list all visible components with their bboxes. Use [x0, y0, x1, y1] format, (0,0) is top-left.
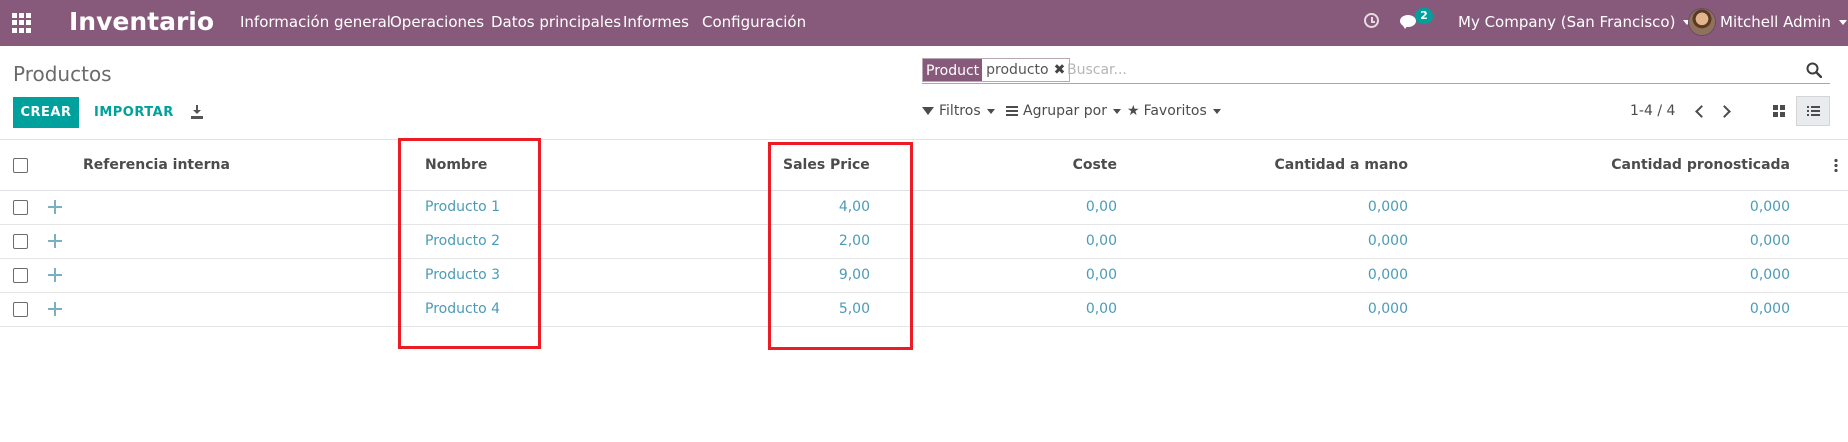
cell-on-hand[interactable]: 0,000 [1117, 258, 1408, 293]
chevron-left-icon[interactable] [1695, 105, 1708, 118]
cell-reference[interactable] [83, 190, 425, 225]
star-icon: ★ [1127, 103, 1140, 119]
products-list-table: Referencia interna Nombre Sales Price Co… [0, 141, 1848, 327]
search-bar[interactable]: Product producto ✖ [922, 58, 1830, 84]
column-header-reference[interactable]: Referencia interna [83, 141, 425, 191]
select-all-checkbox[interactable] [13, 157, 28, 173]
group-by-dropdown[interactable]: Agrupar por [1006, 103, 1121, 119]
menu-datos-principales[interactable]: Datos principales [491, 13, 621, 31]
filters-dropdown[interactable]: Filtros [922, 103, 995, 119]
chevron-down-icon [1212, 108, 1221, 114]
drag-handle-icon[interactable] [48, 302, 62, 316]
cell-forecasted[interactable]: 0,000 [1408, 190, 1790, 225]
drag-handle-icon[interactable] [48, 200, 62, 214]
column-header-forecasted[interactable]: Cantidad pronosticada [1408, 141, 1790, 191]
create-button[interactable]: CREAR [13, 97, 79, 128]
chevron-down-icon [986, 108, 995, 114]
group-by-icon [1006, 106, 1018, 116]
company-name: My Company (San Francisco) [1458, 13, 1676, 31]
company-switcher[interactable]: My Company (San Francisco) [1458, 13, 1692, 31]
drag-handle-icon[interactable] [48, 234, 62, 248]
facet-remove-icon[interactable]: ✖ [1054, 62, 1066, 78]
user-name: Mitchell Admin [1720, 13, 1831, 31]
chevron-right-icon[interactable] [1718, 105, 1731, 118]
cell-cost[interactable]: 0,00 [882, 258, 1117, 293]
chat-count-badge: 2 [1415, 8, 1433, 24]
kebab-menu-icon[interactable] [1834, 158, 1838, 173]
menu-informes[interactable]: Informes [623, 13, 689, 31]
row-checkbox[interactable] [13, 301, 28, 317]
column-header-on-hand[interactable]: Cantidad a mano [1117, 141, 1408, 191]
cell-forecasted[interactable]: 0,000 [1408, 258, 1790, 293]
search-icon[interactable] [1806, 62, 1822, 78]
drag-handle-icon[interactable] [48, 268, 62, 282]
cell-cost[interactable]: 0,00 [882, 190, 1117, 225]
cell-forecasted[interactable]: 0,000 [1408, 292, 1790, 327]
favorites-dropdown[interactable]: ★ Favoritos [1127, 103, 1221, 119]
chevron-down-icon [1112, 108, 1121, 114]
row-checkbox[interactable] [13, 233, 28, 249]
chat-icon[interactable] [1400, 15, 1416, 29]
search-input[interactable] [1067, 60, 1667, 80]
column-header-cost[interactable]: Coste [882, 141, 1117, 191]
table-row[interactable]: Producto 1 4,00 0,00 0,000 0,000 [0, 190, 1848, 225]
kanban-view-icon[interactable] [1765, 96, 1795, 126]
control-panel: Productos Product producto✖ CREAR IMPORT… [0, 46, 1848, 140]
cell-cost[interactable]: 0,00 [882, 292, 1117, 327]
search-facet-label: Product [923, 59, 983, 81]
import-button[interactable]: IMPORTAR [88, 97, 180, 128]
search-facet: Product producto ✖ [922, 58, 1071, 82]
filter-icon [922, 107, 934, 115]
table-row[interactable]: Producto 4 5,00 0,00 0,000 0,000 [0, 292, 1848, 327]
cell-forecasted[interactable]: 0,000 [1408, 224, 1790, 259]
chevron-down-icon [1838, 20, 1847, 25]
cell-reference[interactable] [83, 258, 425, 293]
download-icon[interactable] [190, 104, 204, 120]
cell-on-hand[interactable]: 0,000 [1117, 292, 1408, 327]
menu-informacion-general[interactable]: Información general [240, 13, 391, 31]
app-title[interactable]: Inventario [69, 7, 214, 36]
activity-clock-icon[interactable] [1364, 13, 1379, 28]
optional-columns-toggle[interactable] [1790, 141, 1848, 191]
user-menu[interactable]: Mitchell Admin [1720, 13, 1847, 31]
cell-reference[interactable] [83, 292, 425, 327]
cell-on-hand[interactable]: 0,000 [1117, 224, 1408, 259]
menu-operaciones[interactable]: Operaciones [390, 13, 484, 31]
cell-cost[interactable]: 0,00 [882, 224, 1117, 259]
apps-menu-icon[interactable] [12, 13, 32, 33]
list-view-icon[interactable] [1796, 96, 1830, 126]
cell-on-hand[interactable]: 0,000 [1117, 190, 1408, 225]
row-checkbox[interactable] [13, 199, 28, 215]
cell-reference[interactable] [83, 224, 425, 259]
table-header-row: Referencia interna Nombre Sales Price Co… [0, 141, 1848, 191]
name-column-highlight-box [398, 138, 541, 349]
table-row[interactable]: Producto 2 2,00 0,00 0,000 0,000 [0, 224, 1848, 259]
pager-value[interactable]: 1-4 / 4 [1630, 103, 1675, 119]
breadcrumb: Productos [13, 62, 112, 86]
select-all-cell[interactable] [0, 141, 48, 191]
table-row[interactable]: Producto 3 9,00 0,00 0,000 0,000 [0, 258, 1848, 293]
row-checkbox[interactable] [13, 267, 28, 283]
search-facet-value: producto ✖ [982, 59, 1070, 81]
top-navbar: Inventario Información general Operacion… [0, 0, 1848, 46]
user-avatar[interactable] [1688, 8, 1716, 36]
menu-configuracion[interactable]: Configuración [702, 13, 806, 31]
sales-price-column-highlight-box [768, 142, 913, 350]
